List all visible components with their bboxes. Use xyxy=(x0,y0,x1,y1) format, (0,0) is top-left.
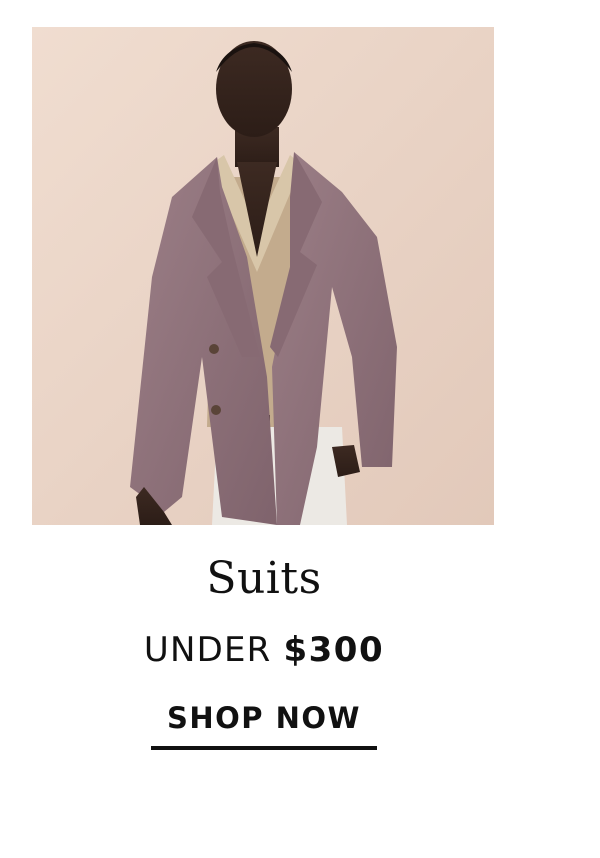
shop-now-underline xyxy=(151,746,377,750)
subtitle-price: $300 xyxy=(283,630,385,670)
promo-title: Suits xyxy=(206,553,322,604)
promo-subtitle: UNDER $300 xyxy=(0,628,528,672)
hero-image[interactable] xyxy=(32,27,494,525)
subtitle-prefix: UNDER xyxy=(143,630,284,670)
model-illustration xyxy=(32,27,494,525)
shop-now-label: SHOP NOW xyxy=(166,701,362,735)
shop-now-link[interactable]: SHOP NOW xyxy=(151,699,377,750)
